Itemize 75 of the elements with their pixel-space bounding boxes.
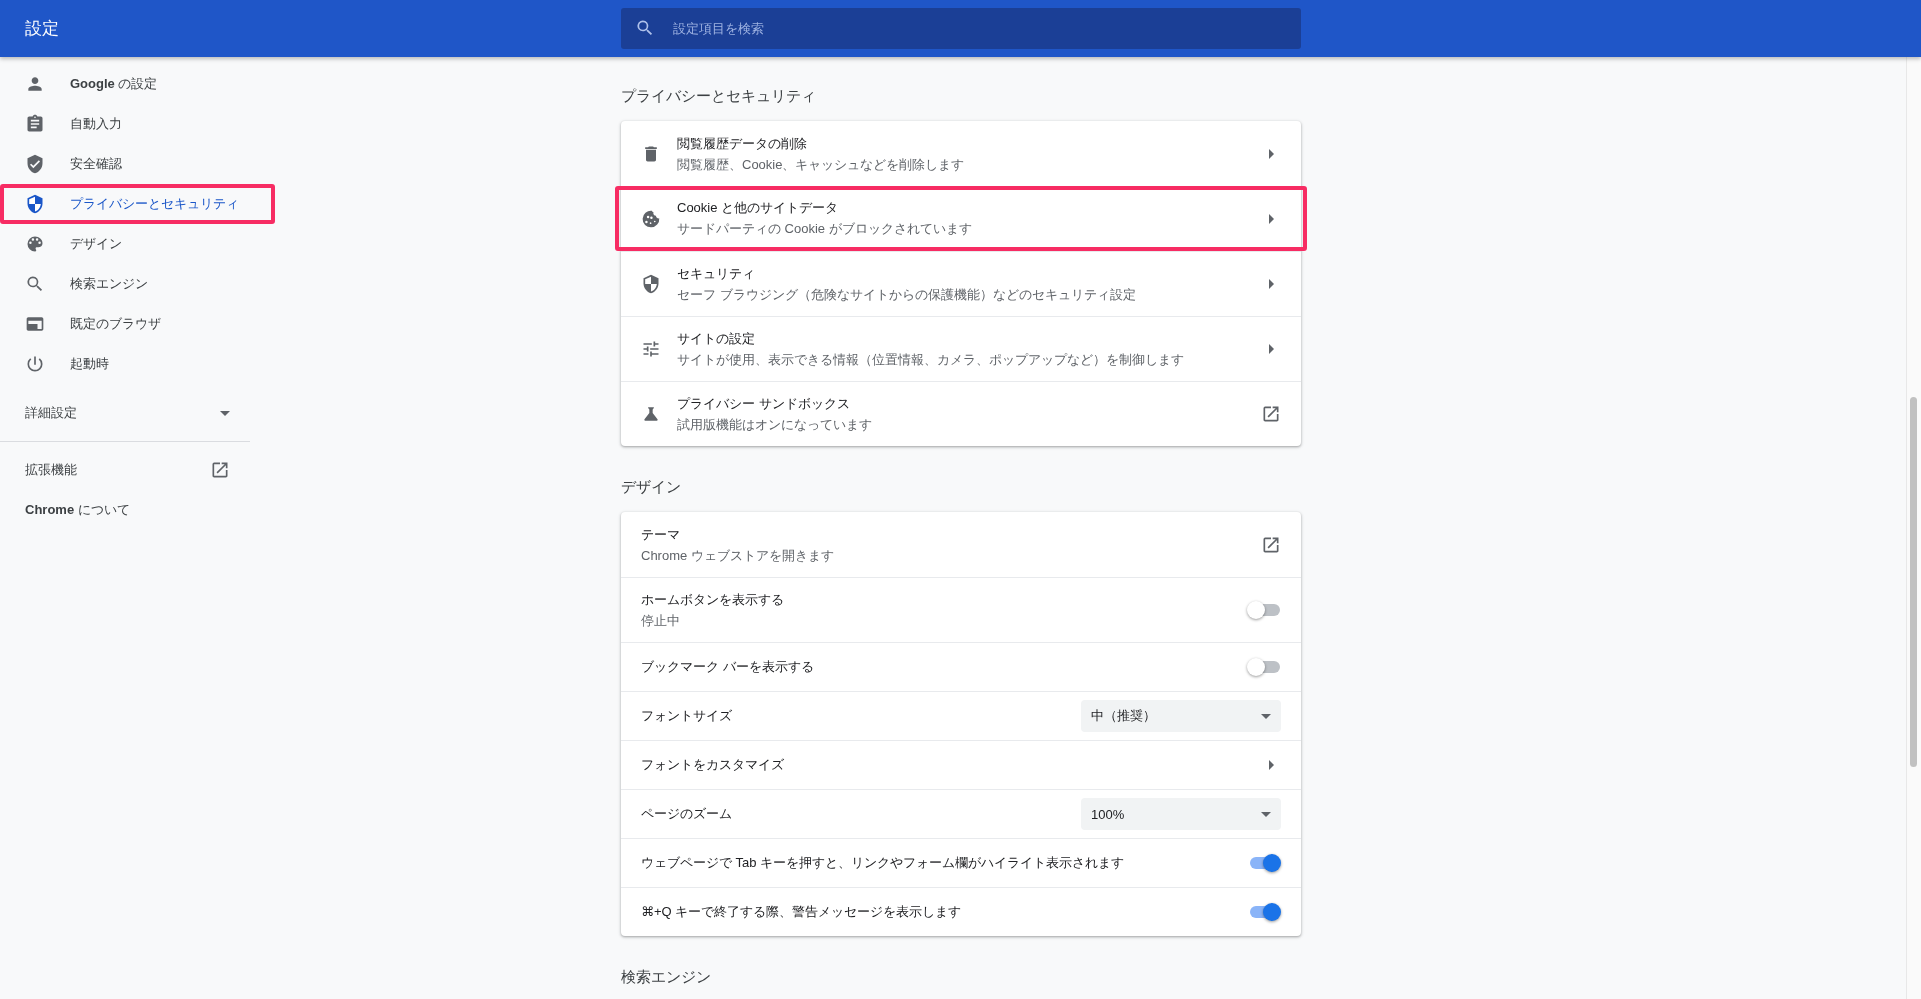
- settings-row[interactable]: 閲覧履歴データの削除 閲覧履歴、Cookie、キャッシュなどを削除します: [621, 121, 1301, 186]
- chevron-right-icon[interactable]: [1269, 344, 1275, 354]
- section-title: プライバシーとセキュリティ: [621, 87, 817, 106]
- power-icon: [25, 354, 45, 374]
- settings-row[interactable]: プライバシー サンドボックス 試用版機能はオンになっています: [621, 381, 1301, 446]
- row-title: 閲覧履歴データの削除: [677, 134, 808, 153]
- clipboard-icon: [25, 114, 45, 134]
- dropdown[interactable]: 中（推奨）: [1081, 700, 1281, 732]
- row-subtitle: 停止中: [641, 611, 681, 630]
- external-link-icon[interactable]: [1261, 535, 1281, 555]
- caret-icon: [1261, 713, 1271, 719]
- flask-icon: [641, 404, 661, 424]
- sidebar-link[interactable]: 拡張機能: [0, 450, 250, 490]
- sidebar-item[interactable]: 安全確認: [0, 144, 275, 184]
- sidebar-item[interactable]: 検索エンジン: [0, 264, 275, 304]
- search-icon: [25, 274, 45, 294]
- cookie-icon: [641, 208, 661, 229]
- settings-row[interactable]: テーマ Chrome ウェブストアを開きます: [621, 512, 1301, 577]
- settings-row[interactable]: Cookie と他のサイトデータ サードパーティの Cookie がブロックされています: [615, 186, 1307, 251]
- caret-icon: [1261, 811, 1271, 817]
- row-title: セキュリティ: [677, 264, 756, 283]
- browser-window-icon: [25, 314, 45, 334]
- shield-icon: [25, 194, 45, 214]
- settings-row[interactable]: セキュリティ セーフ ブラウジング（危険なサイトからの保護機能）などのセキュリティ設定: [621, 251, 1301, 316]
- settings-row[interactable]: ⌘+Q キーで終了する際、警告メッセージを表示します: [621, 887, 1301, 936]
- sidebar-link[interactable]: Chrome について: [0, 490, 250, 530]
- row-title: フォントサイズ: [641, 707, 733, 725]
- row-subtitle: サードパーティの Cookie がブロックされています: [677, 220, 973, 238]
- app-title: 設定: [24, 18, 60, 40]
- toggle-switch[interactable]: [1247, 600, 1281, 620]
- settings-row[interactable]: ページのズーム 100%: [621, 789, 1301, 838]
- sidebar-item[interactable]: 既定のブラウザ: [0, 304, 275, 344]
- row-title: プライバシー サンドボックス: [677, 394, 851, 413]
- chevron-right-icon[interactable]: [1269, 279, 1275, 289]
- sidebar-item[interactable]: Google の設定: [0, 64, 275, 104]
- sidebar-item[interactable]: 自動入力: [0, 104, 275, 144]
- row-title: ページのズーム: [641, 805, 733, 823]
- external-link-icon[interactable]: [1261, 404, 1281, 424]
- external-link-icon[interactable]: [210, 460, 230, 480]
- search-field[interactable]: 設定項目を検索: [621, 8, 1301, 49]
- row-subtitle: Chrome ウェブストアを開きます: [641, 546, 835, 565]
- settings-row[interactable]: フォントをカスタマイズ: [621, 740, 1301, 789]
- dropdown[interactable]: 100%: [1081, 798, 1281, 830]
- row-title: テーマ: [641, 525, 681, 544]
- sidebar-item[interactable]: 起動時: [0, 344, 275, 384]
- sidebar-item[interactable]: プライバシーとセキュリティ: [0, 184, 275, 224]
- chevron-right-icon[interactable]: [1269, 149, 1275, 159]
- settings-row[interactable]: ホームボタンを表示する 停止中: [621, 577, 1301, 642]
- advanced-settings-toggle[interactable]: 詳細設定: [0, 393, 250, 433]
- row-title: ホームボタンを表示する: [641, 590, 785, 609]
- settings-row[interactable]: サイトの設定 サイトが使用、表示できる情報（位置情報、カメラ、ポップアップなど）を制御します: [621, 316, 1301, 381]
- sliders-icon: [641, 339, 661, 359]
- section-title: 検索エンジン: [621, 968, 712, 987]
- row-title: Cookie と他のサイトデータ: [677, 199, 840, 217]
- row-subtitle: セーフ ブラウジング（危険なサイトからの保護機能）などのセキュリティ設定: [677, 285, 1137, 304]
- sidebar-item[interactable]: デザイン: [0, 224, 275, 264]
- settings-row[interactable]: ウェブページで Tab キーを押すと、リンクやフォーム欄がハイライト表示されます: [621, 838, 1301, 887]
- row-title: フォントをカスタマイズ: [641, 756, 785, 774]
- row-title: ブックマーク バーを表示する: [641, 658, 815, 676]
- row-title: ⌘+Q キーで終了する際、警告メッセージを表示します: [641, 903, 963, 921]
- chevron-right-icon[interactable]: [1269, 213, 1275, 224]
- palette-icon: [25, 234, 45, 254]
- settings-row[interactable]: ブックマーク バーを表示する: [621, 642, 1301, 691]
- settings-row[interactable]: フォントサイズ 中（推奨）: [621, 691, 1301, 740]
- row-subtitle: 閲覧履歴、Cookie、キャッシュなどを削除します: [677, 155, 966, 174]
- chevron-right-icon[interactable]: [1269, 760, 1275, 770]
- shield-icon: [641, 274, 661, 294]
- row-title: ウェブページで Tab キーを押すと、リンクやフォーム欄がハイライト表示されます: [641, 854, 1126, 872]
- search-icon: [635, 18, 655, 38]
- section-title: デザイン: [621, 478, 682, 497]
- toggle-switch[interactable]: [1247, 657, 1281, 677]
- shield-check-icon: [25, 154, 45, 174]
- row-subtitle: 試用版機能はオンになっています: [677, 415, 873, 434]
- row-subtitle: サイトが使用、表示できる情報（位置情報、カメラ、ポップアップなど）を制御します: [677, 350, 1185, 369]
- row-title: サイトの設定: [677, 329, 756, 348]
